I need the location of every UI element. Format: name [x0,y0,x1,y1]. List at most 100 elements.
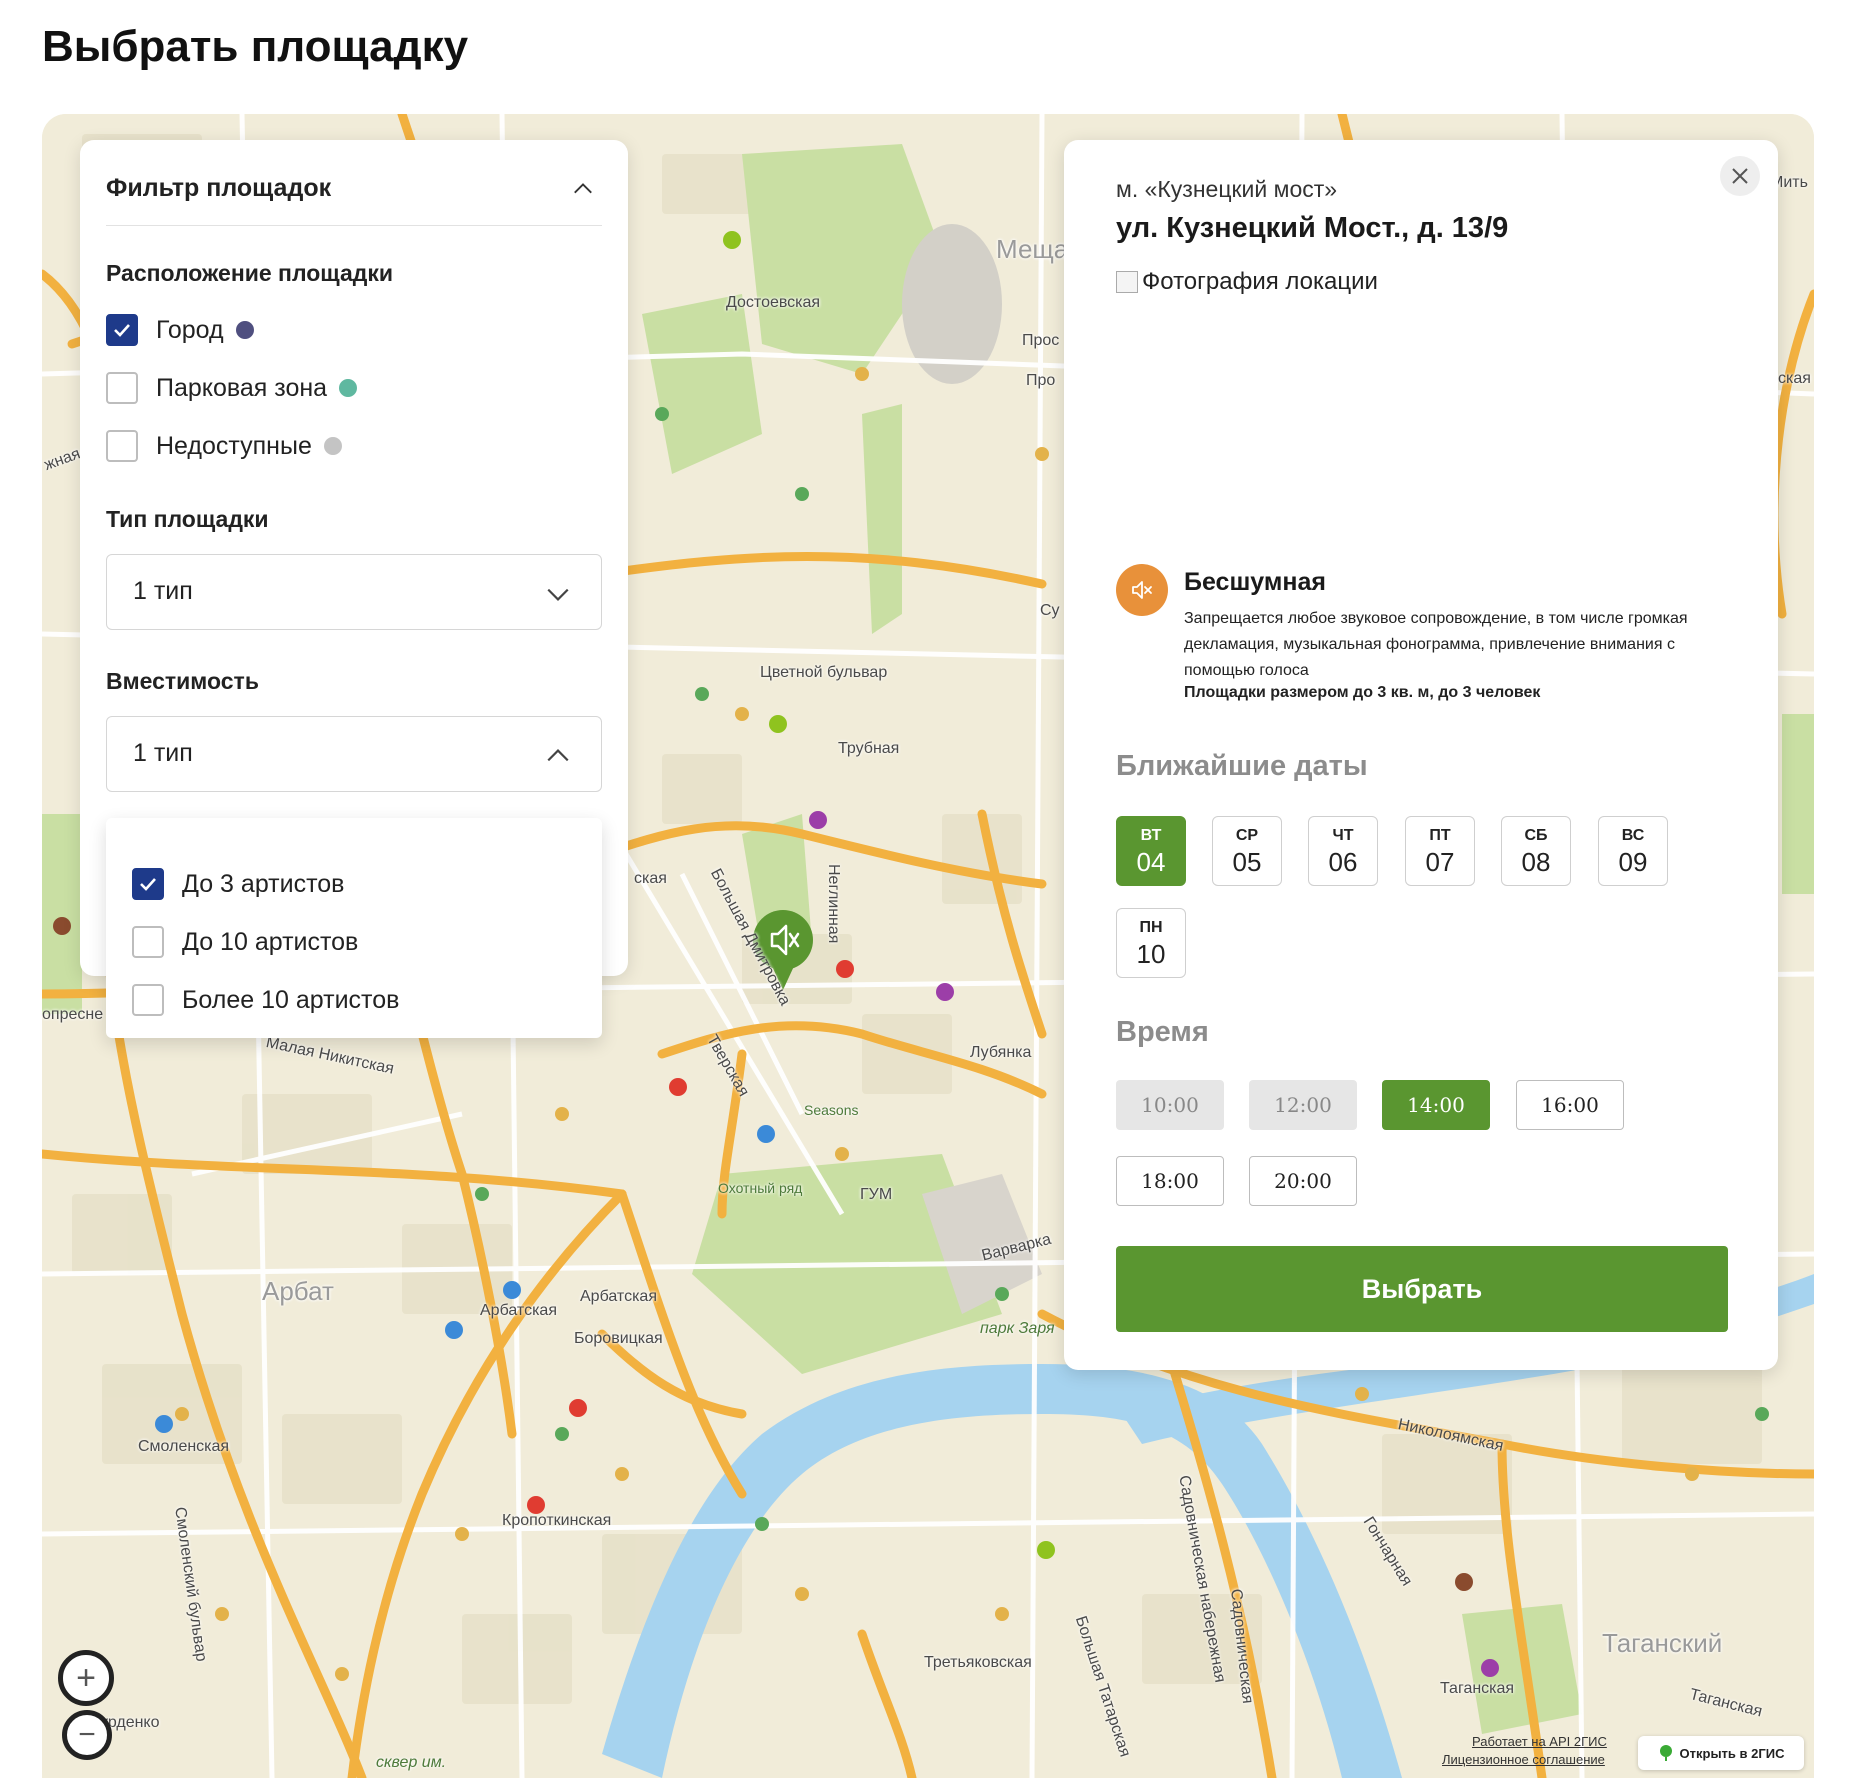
api-attribution-link[interactable]: Работает на API 2ГИС [1472,1734,1607,1749]
date-day: 10 [1136,939,1166,969]
capacity-option-label: До 10 артистов [182,927,359,956]
mode-note: Площадки размером до 3 кв. м, до 3 челов… [1184,684,1541,701]
venue-address: ул. Кузнецкий Мост., д. 13/9 [1116,212,1509,244]
map-label-neglinnaya: Неглинная [825,864,842,944]
mode-title: Бесшумная [1184,568,1326,596]
checkbox-park[interactable] [106,372,138,404]
map-label-smolenskaya: Смоленская [138,1438,230,1455]
open-in-2gis-button[interactable]: Открыть в 2ГИС [1638,1736,1804,1770]
chevron-down-icon [547,588,569,601]
checkbox-capacity-3[interactable] [132,868,164,900]
open-in-2gis-label: Открыть в 2ГИС [1679,1745,1785,1761]
map-label-okhotny: Охотный ряд [718,1180,803,1196]
map-label-lubyanka: Лубянка [970,1044,1032,1061]
filter-header[interactable]: Фильтр площадок [106,168,602,226]
map-label-trubnaya: Трубная [838,740,900,757]
map-label-park: парк Заря [980,1320,1055,1337]
location-photo-alt: Фотография локации [1142,268,1378,295]
capacity-option-label: До 3 артистов [182,869,345,898]
location-option-label: Парковая зона [156,373,328,402]
filter-title: Фильтр площадок [106,174,332,202]
map-label-taganskiy: Таганский [1602,1628,1723,1658]
location-option-park[interactable]: Парковая зона [106,372,358,404]
date-button-10[interactable]: ПН 10 [1116,908,1186,978]
checkbox-capacity-10[interactable] [132,926,164,958]
chevron-up-icon[interactable] [572,178,594,200]
date-button-05[interactable]: СР 05 [1212,816,1282,886]
map-label-seasons: Seasons [804,1102,859,1118]
map-label-tsvetnoy: Цветной бульвар [760,664,888,681]
location-photo: Фотография локации [1116,268,1378,296]
date-day: 08 [1521,847,1551,877]
page-title: Выбрать площадку [42,22,469,71]
map-label-taganskaya1: Таганская [1440,1680,1515,1697]
map-label-tretyakovskaya: Третьяковская [924,1654,1032,1671]
close-icon [1732,168,1748,184]
check-icon [114,324,130,337]
type-select-value: 1 тип [133,577,193,605]
license-link[interactable]: Лицензионное соглашение [1442,1752,1605,1767]
speaker-muted-icon [1132,581,1152,599]
date-weekday: ЧТ [1332,827,1354,844]
close-button[interactable] [1720,156,1760,196]
date-weekday: СР [1235,827,1259,844]
date-weekday: ПТ [1429,827,1451,844]
date-day: 09 [1618,847,1648,877]
time-title: Время [1116,1016,1209,1048]
location-option-city[interactable]: Город [106,314,254,346]
capacity-option-label: Более 10 артистов [182,985,400,1014]
checkbox-unavailable[interactable] [106,430,138,462]
capacity-select-value: 1 тип [133,739,193,767]
time-button-1600[interactable]: 16:00 [1516,1080,1624,1130]
date-button-04[interactable]: ВТ 04 [1116,816,1186,886]
map-label-presne: опресне [42,1006,104,1023]
date-button-09[interactable]: ВС 09 [1598,816,1668,886]
choose-button[interactable]: Выбрать [1116,1246,1728,1332]
park-color-dot [339,379,358,397]
date-button-07[interactable]: ПТ 07 [1405,816,1475,886]
time-button-1400[interactable]: 14:00 [1382,1080,1490,1130]
map-label-kaya2: ская [1778,370,1811,387]
date-weekday: СБ [1524,827,1548,844]
capacity-select[interactable]: 1 тип [106,716,602,792]
date-button-08[interactable]: СБ 08 [1501,816,1571,886]
venue-detail-panel: м. «Кузнецкий мост» ул. Кузнецкий Мост.,… [1064,140,1778,1370]
type-section-title: Тип площадки [106,506,269,532]
map-label-arbat: Арбат [262,1276,334,1306]
capacity-dropdown: До 3 артистов До 10 артистов Более 10 ар… [106,818,602,1038]
capacity-option-3[interactable]: До 3 артистов [132,868,344,900]
map-label-prosp2: Про [1026,372,1056,389]
map-label-arbatskaya1: Арбатская [480,1302,557,1319]
location-option-unavailable[interactable]: Недоступные [106,430,342,462]
time-button-1800[interactable]: 18:00 [1116,1156,1224,1206]
mute-mode-icon [1116,564,1168,616]
checkbox-capacity-more[interactable] [132,984,164,1016]
metro-station: м. «Кузнецкий мост» [1116,176,1338,202]
capacity-option-more[interactable]: Более 10 артистов [132,984,399,1016]
unavailable-color-dot [323,437,342,455]
type-select[interactable]: 1 тип [106,554,602,630]
map-label-arbatskaya2: Арбатская [580,1288,657,1305]
zoom-out-button[interactable]: − [62,1710,112,1760]
time-button-1000[interactable]: 10:00 [1116,1080,1224,1130]
map-label-kropotkinskaya: Кропоткинская [502,1512,612,1529]
city-color-dot [235,321,254,339]
date-day: 06 [1328,847,1358,877]
map-label-borovitskaya: Боровицкая [574,1330,663,1347]
plus-icon: + [76,1659,96,1697]
time-button-1200[interactable]: 12:00 [1249,1080,1357,1130]
mode-description: Запрещается любое звуковое сопровождение… [1184,610,1688,679]
map-label-skver: сквер им. [376,1754,447,1771]
date-day: 04 [1136,847,1166,877]
date-weekday: ПН [1139,919,1163,936]
checkbox-city[interactable] [106,314,138,346]
date-button-06[interactable]: ЧТ 06 [1308,816,1378,886]
map-label-prosp1: Прос [1022,332,1060,349]
date-weekday: ВС [1621,827,1645,844]
capacity-option-10[interactable]: До 10 артистов [132,926,358,958]
capacity-section-title: Вместимость [106,668,259,694]
time-button-2000[interactable]: 20:00 [1249,1156,1357,1206]
broken-image-icon [1116,271,1138,293]
zoom-in-button[interactable]: + [58,1650,114,1706]
location-option-label: Город [156,315,224,344]
